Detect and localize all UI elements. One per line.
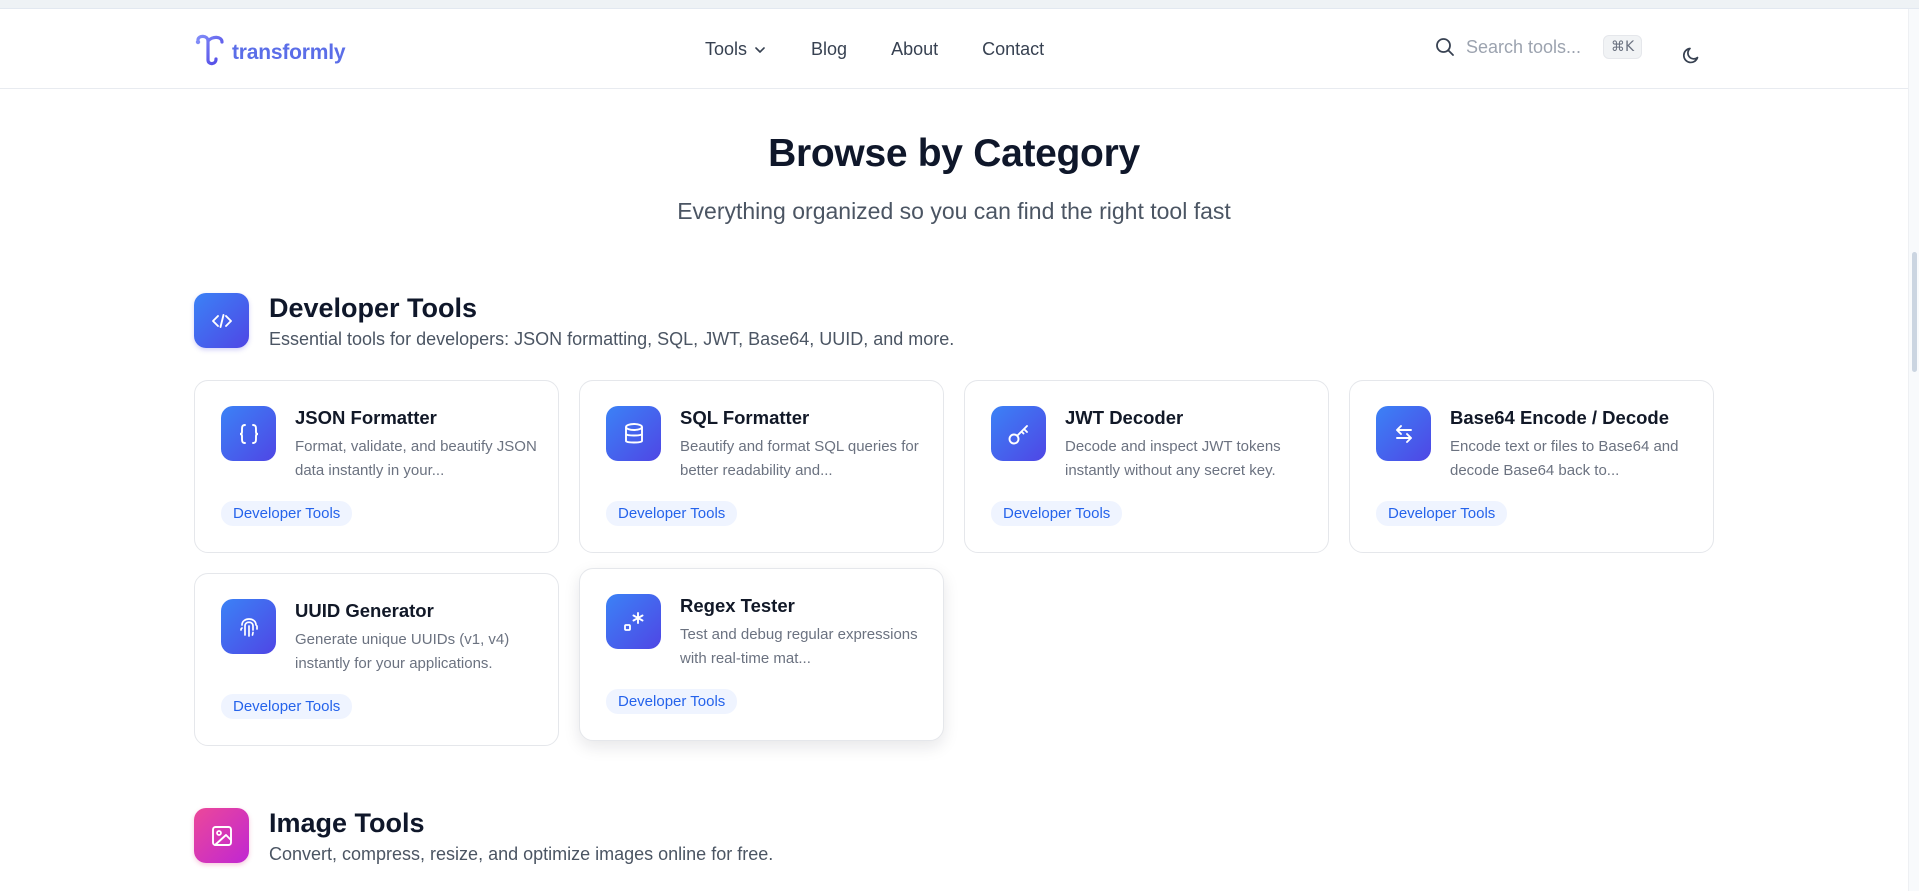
tool-description: Test and debug regular expressions with … [680, 626, 918, 667]
braces-icon [221, 406, 276, 461]
code-icon [194, 293, 249, 348]
search-shortcut-badge: ⌘K [1603, 35, 1643, 59]
tool-card-base64[interactable]: Base64 Encode / Decode Encode text or fi… [1349, 380, 1714, 553]
tool-description: Decode and inspect JWT tokens instantly … [1065, 438, 1281, 479]
tool-card-regex-tester[interactable]: Regex Tester Test and debug regular expr… [579, 568, 944, 741]
tool-description: Generate unique UUIDs (v1, v4) instantly… [295, 631, 510, 672]
top-border [0, 0, 1919, 9]
regex-icon [606, 594, 661, 649]
transformly-logo-icon [194, 33, 226, 72]
tool-title: Base64 Encode / Decode [1450, 407, 1670, 428]
scrollbar-thumb[interactable] [1912, 252, 1917, 372]
category-description: Convert, compress, resize, and optimize … [269, 844, 774, 864]
category-header: Image Tools Convert, compress, resize, a… [194, 808, 773, 865]
nav-blog[interactable]: Blog [811, 39, 847, 60]
page-subtitle: Everything organized so you can find the… [677, 198, 1231, 224]
tool-title: JSON Formatter [295, 407, 437, 428]
navbar: transformly Tools Blog About Contact ⌘K [0, 9, 1908, 89]
tool-description: Format, validate, and beautify JSON data… [295, 438, 537, 479]
page-scrollbar[interactable] [1908, 9, 1919, 891]
category-badge: Developer Tools [221, 694, 353, 719]
tool-title: SQL Formatter [680, 407, 810, 428]
key-icon [991, 406, 1046, 461]
tool-card-jwt-decoder[interactable]: JWT Decoder Decode and inspect JWT token… [964, 380, 1329, 553]
tool-card-json-formatter[interactable]: JSON Formatter Format, validate, and bea… [194, 380, 559, 553]
category-badge: Developer Tools [221, 501, 353, 526]
category-title: Image Tools [269, 808, 425, 838]
category-title: Developer Tools [269, 293, 478, 323]
search-icon [1436, 38, 1454, 56]
nav-about[interactable]: About [891, 39, 938, 60]
nav-contact[interactable]: Contact [982, 39, 1044, 60]
brand-name: transformly [232, 40, 346, 64]
tool-card-uuid-generator[interactable]: UUID Generator Generate unique UUIDs (v1… [194, 573, 559, 746]
tool-description: Encode text or files to Base64 and decod… [1450, 438, 1679, 479]
tool-card-sql-formatter[interactable]: SQL Formatter Beautify and format SQL qu… [579, 380, 944, 553]
search-box[interactable]: ⌘K [1434, 35, 1643, 59]
moon-icon [1682, 47, 1699, 64]
brand-logo[interactable]: transformly [194, 33, 346, 72]
category-badge: Developer Tools [606, 501, 738, 526]
tool-description: Beautify and format SQL queries for bett… [680, 438, 919, 479]
category-badge: Developer Tools [991, 501, 1123, 526]
chevron-down-icon [755, 46, 765, 53]
database-icon [606, 406, 661, 461]
nav-tools-label: Tools [705, 39, 748, 59]
nav-tools[interactable]: Tools [705, 39, 767, 60]
category-badge: Developer Tools [606, 689, 738, 714]
category-description: Essential tools for developers: JSON for… [269, 329, 955, 349]
arrows-swap-icon [1376, 406, 1431, 461]
fingerprint-icon [221, 599, 276, 654]
category-badge: Developer Tools [1376, 501, 1508, 526]
image-icon [194, 808, 249, 863]
tool-title: UUID Generator [295, 600, 434, 621]
search-input[interactable] [1466, 36, 1591, 58]
category-header: Developer Tools Essential tools for deve… [194, 293, 954, 350]
theme-toggle-button[interactable] [1682, 45, 1702, 70]
tool-title: Regex Tester [680, 595, 795, 616]
tool-title: JWT Decoder [1065, 407, 1184, 428]
page-title: Browse by Category [768, 132, 1140, 175]
main-nav: Tools Blog About Contact [705, 39, 1044, 60]
